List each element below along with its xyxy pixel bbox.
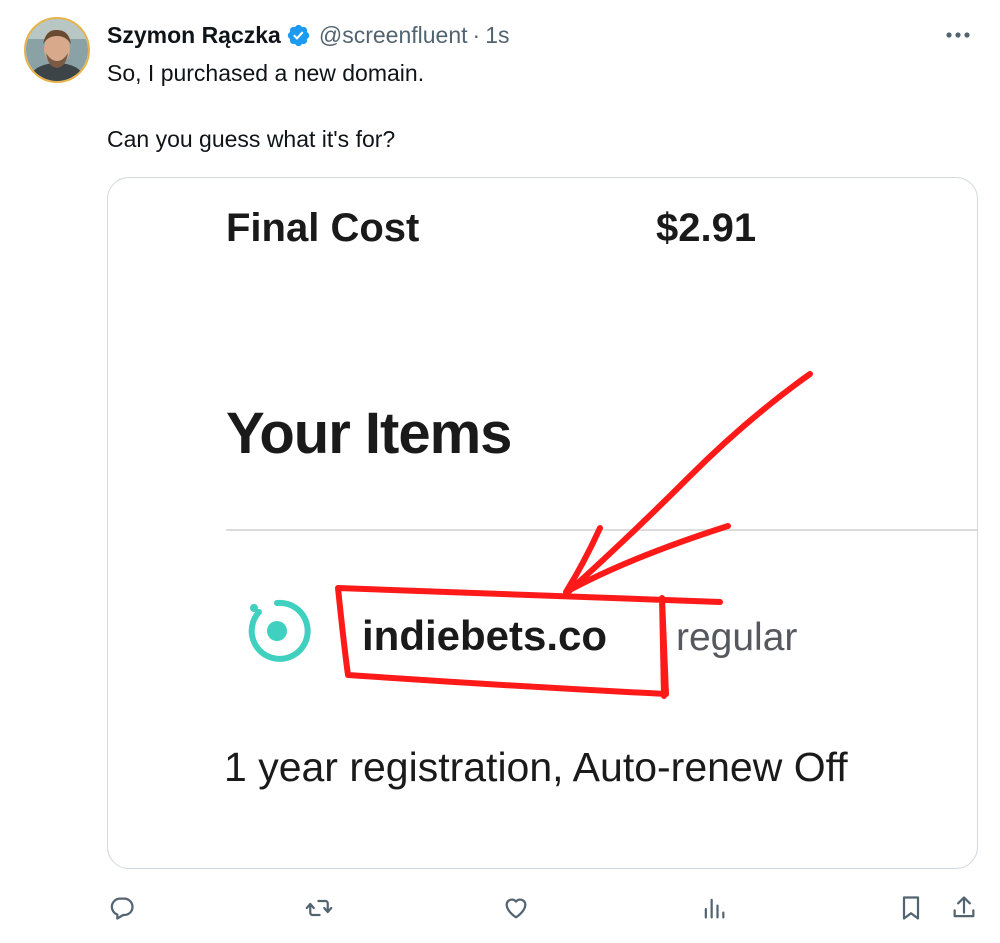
tweet-header: Szymon Rączka @screenfluent · 1s — [107, 20, 976, 50]
bookmark-icon — [902, 896, 920, 920]
more-icon — [946, 32, 970, 38]
reply-button[interactable] — [104, 888, 140, 928]
tweet-text-line: So, I purchased a new domain. — [107, 60, 425, 86]
domain-status-icon — [248, 599, 311, 662]
like-button[interactable] — [498, 888, 534, 928]
final-cost-label: Final Cost — [226, 206, 420, 250]
avatar-image — [26, 19, 88, 81]
registration-details: 1 year registration, Auto-renew Off — [224, 744, 848, 790]
author-handle[interactable]: @screenfluent — [319, 22, 468, 49]
retweet-icon — [305, 899, 333, 917]
retweet-button[interactable] — [301, 888, 337, 928]
verified-badge-icon — [287, 24, 310, 46]
final-cost-value: $2.91 — [656, 206, 757, 250]
reply-icon — [110, 897, 134, 920]
views-icon — [704, 898, 725, 919]
author-name[interactable]: Szymon Rączka — [107, 22, 281, 49]
views-button[interactable] — [696, 888, 732, 928]
your-items-heading: Your Items — [226, 401, 512, 466]
tweet-time[interactable]: 1s — [485, 22, 509, 49]
separator: · — [472, 21, 481, 48]
bookmark-button[interactable] — [893, 888, 929, 928]
media-card[interactable]: Final Cost $2.91 Your Items indiebets.co… — [107, 177, 978, 869]
domain-type: regular — [676, 616, 798, 659]
tweet-text: So, I purchased a new domain. Can you gu… — [107, 58, 424, 154]
like-icon — [505, 898, 527, 919]
share-icon — [953, 896, 975, 918]
domain-name: indiebets.co — [362, 612, 608, 659]
more-button[interactable] — [940, 20, 976, 50]
share-button[interactable] — [946, 888, 982, 928]
avatar[interactable] — [24, 17, 90, 83]
tweet-text-line: Can you guess what it's for? — [107, 126, 396, 152]
tweet-actions — [0, 888, 1000, 928]
divider — [226, 529, 977, 531]
